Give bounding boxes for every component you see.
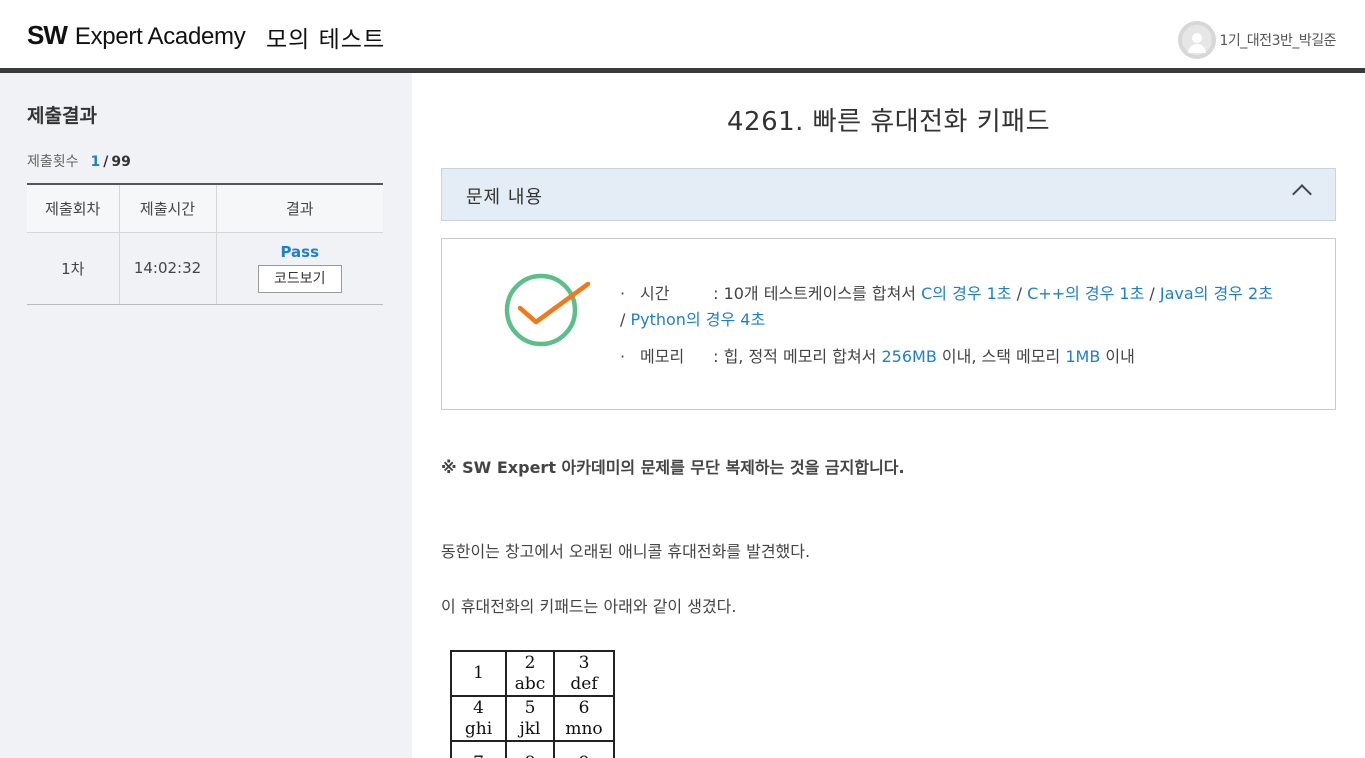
time-python: Python의 경우 4초 xyxy=(630,310,766,329)
memory-limit: · 메모리 : 힙, 정적 메모리 합쳐서 256MB 이내, 스택 메모리 1M… xyxy=(620,344,1280,370)
keypad-key: 5 jkl xyxy=(505,695,555,742)
keypad-key: 8 xyxy=(505,740,555,758)
problem-section-header[interactable]: 문제 내용 xyxy=(441,168,1336,221)
time-limit: · 시간 : 10개 테스트케이스를 합쳐서 C의 경우 1초 / C++의 경우… xyxy=(620,281,1280,333)
time-c: C의 경우 1초 xyxy=(921,284,1012,303)
memory-prefix: : 힙, 정적 메모리 합쳐서 xyxy=(713,347,877,366)
logo-sw: SW xyxy=(27,20,68,50)
time-java: Java의 경우 2초 xyxy=(1159,284,1273,303)
time-cpp: C++의 경우 1초 xyxy=(1027,284,1145,303)
check-circle-icon xyxy=(504,273,591,347)
logo[interactable]: SW Expert Academy xyxy=(27,20,246,51)
logo-text: Expert Academy xyxy=(74,23,246,50)
memory-label: 메모리 xyxy=(640,347,685,366)
keypad-key: 3 def xyxy=(553,650,615,697)
submission-count: 제출횟수 1 / 99 xyxy=(27,151,131,171)
limits-box: · 시간 : 10개 테스트케이스를 합쳐서 C의 경우 1초 / C++의 경우… xyxy=(441,238,1336,410)
time-label: 시간 xyxy=(640,284,670,303)
user-name: 1기_대전3반_박길준 xyxy=(1219,33,1337,49)
memory-mid: 이내, 스택 메모리 xyxy=(941,347,1061,366)
count-label: 제출횟수 xyxy=(27,154,79,170)
count-slash: / xyxy=(103,154,109,170)
memory-suffix: 이내 xyxy=(1105,347,1135,366)
result-status: Pass xyxy=(280,243,320,261)
keypad-row: 7 8 9 xyxy=(450,740,615,758)
keypad-image: 1 2abc 3def 4ghi 5jkl 6mno 7 8 9 xyxy=(450,650,615,758)
copyright-notice: ※ SW Expert 아카데미의 문제를 무단 복제하는 것을 금지합니다. xyxy=(441,458,905,477)
keypad-key: 6 mno xyxy=(553,695,615,742)
header-result: 결과 xyxy=(215,183,383,233)
submission-sidebar: 제출결과 제출횟수 1 / 99 제출회차 제출시간 결과 1차 14:02:3… xyxy=(0,73,412,758)
keypad-key: 1 xyxy=(450,650,507,697)
keypad-key: 4 ghi xyxy=(450,695,507,742)
problem-title: 4261. 빠른 휴대전화 키패드 xyxy=(726,107,1050,137)
cell-result: Pass 코드보기 xyxy=(215,232,383,305)
table-header-row: 제출회차 제출시간 결과 xyxy=(27,183,383,233)
memory-stack: 1MB xyxy=(1065,347,1101,366)
user-menu[interactable]: 1기_대전3반_박길준 xyxy=(1177,21,1337,59)
sidebar-title: 제출결과 xyxy=(27,105,97,127)
count-total: 99 xyxy=(111,154,131,170)
view-code-button[interactable]: 코드보기 xyxy=(257,265,342,293)
problem-paragraph: 이 휴대전화의 키패드는 아래와 같이 생겼다. xyxy=(441,597,737,616)
time-prefix: : 10개 테스트케이스를 합쳐서 xyxy=(713,284,917,303)
header-round: 제출회차 xyxy=(27,183,119,233)
keypad-key: 7 xyxy=(450,740,507,758)
cell-round: 1차 xyxy=(27,232,119,305)
table-row: 1차 14:02:32 Pass 코드보기 xyxy=(27,232,383,305)
cell-time: 14:02:32 xyxy=(118,232,216,305)
limits-text: · 시간 : 10개 테스트케이스를 합쳐서 C의 경우 1초 / C++의 경우… xyxy=(620,281,1280,370)
user-avatar-icon xyxy=(1177,21,1216,59)
keypad-key: 2 abc xyxy=(505,650,555,697)
chevron-up-icon[interactable] xyxy=(1292,184,1312,204)
problem-content: 4261. 빠른 휴대전화 키패드 문제 내용 · 시간 : 10개 테스트케이스… xyxy=(412,73,1365,758)
top-header: SW Expert Academy 모의 테스트 1기_대전3반_박길준 xyxy=(0,0,1365,68)
count-current: 1 xyxy=(90,154,101,170)
keypad-row: 1 2 abc 3 def xyxy=(450,650,615,697)
keypad-key: 9 xyxy=(553,740,615,758)
page-title: 모의 테스트 xyxy=(266,27,386,53)
memory-heap: 256MB xyxy=(881,347,937,366)
problem-paragraph: 동한이는 창고에서 오래된 애니콜 휴대전화를 발견했다. xyxy=(441,542,811,561)
section-label: 문제 내용 xyxy=(466,187,543,208)
keypad-row: 4 ghi 5 jkl 6 mno xyxy=(450,695,615,742)
header-time: 제출시간 xyxy=(118,183,216,233)
submission-table: 제출회차 제출시간 결과 1차 14:02:32 Pass 코드보기 xyxy=(27,183,383,305)
